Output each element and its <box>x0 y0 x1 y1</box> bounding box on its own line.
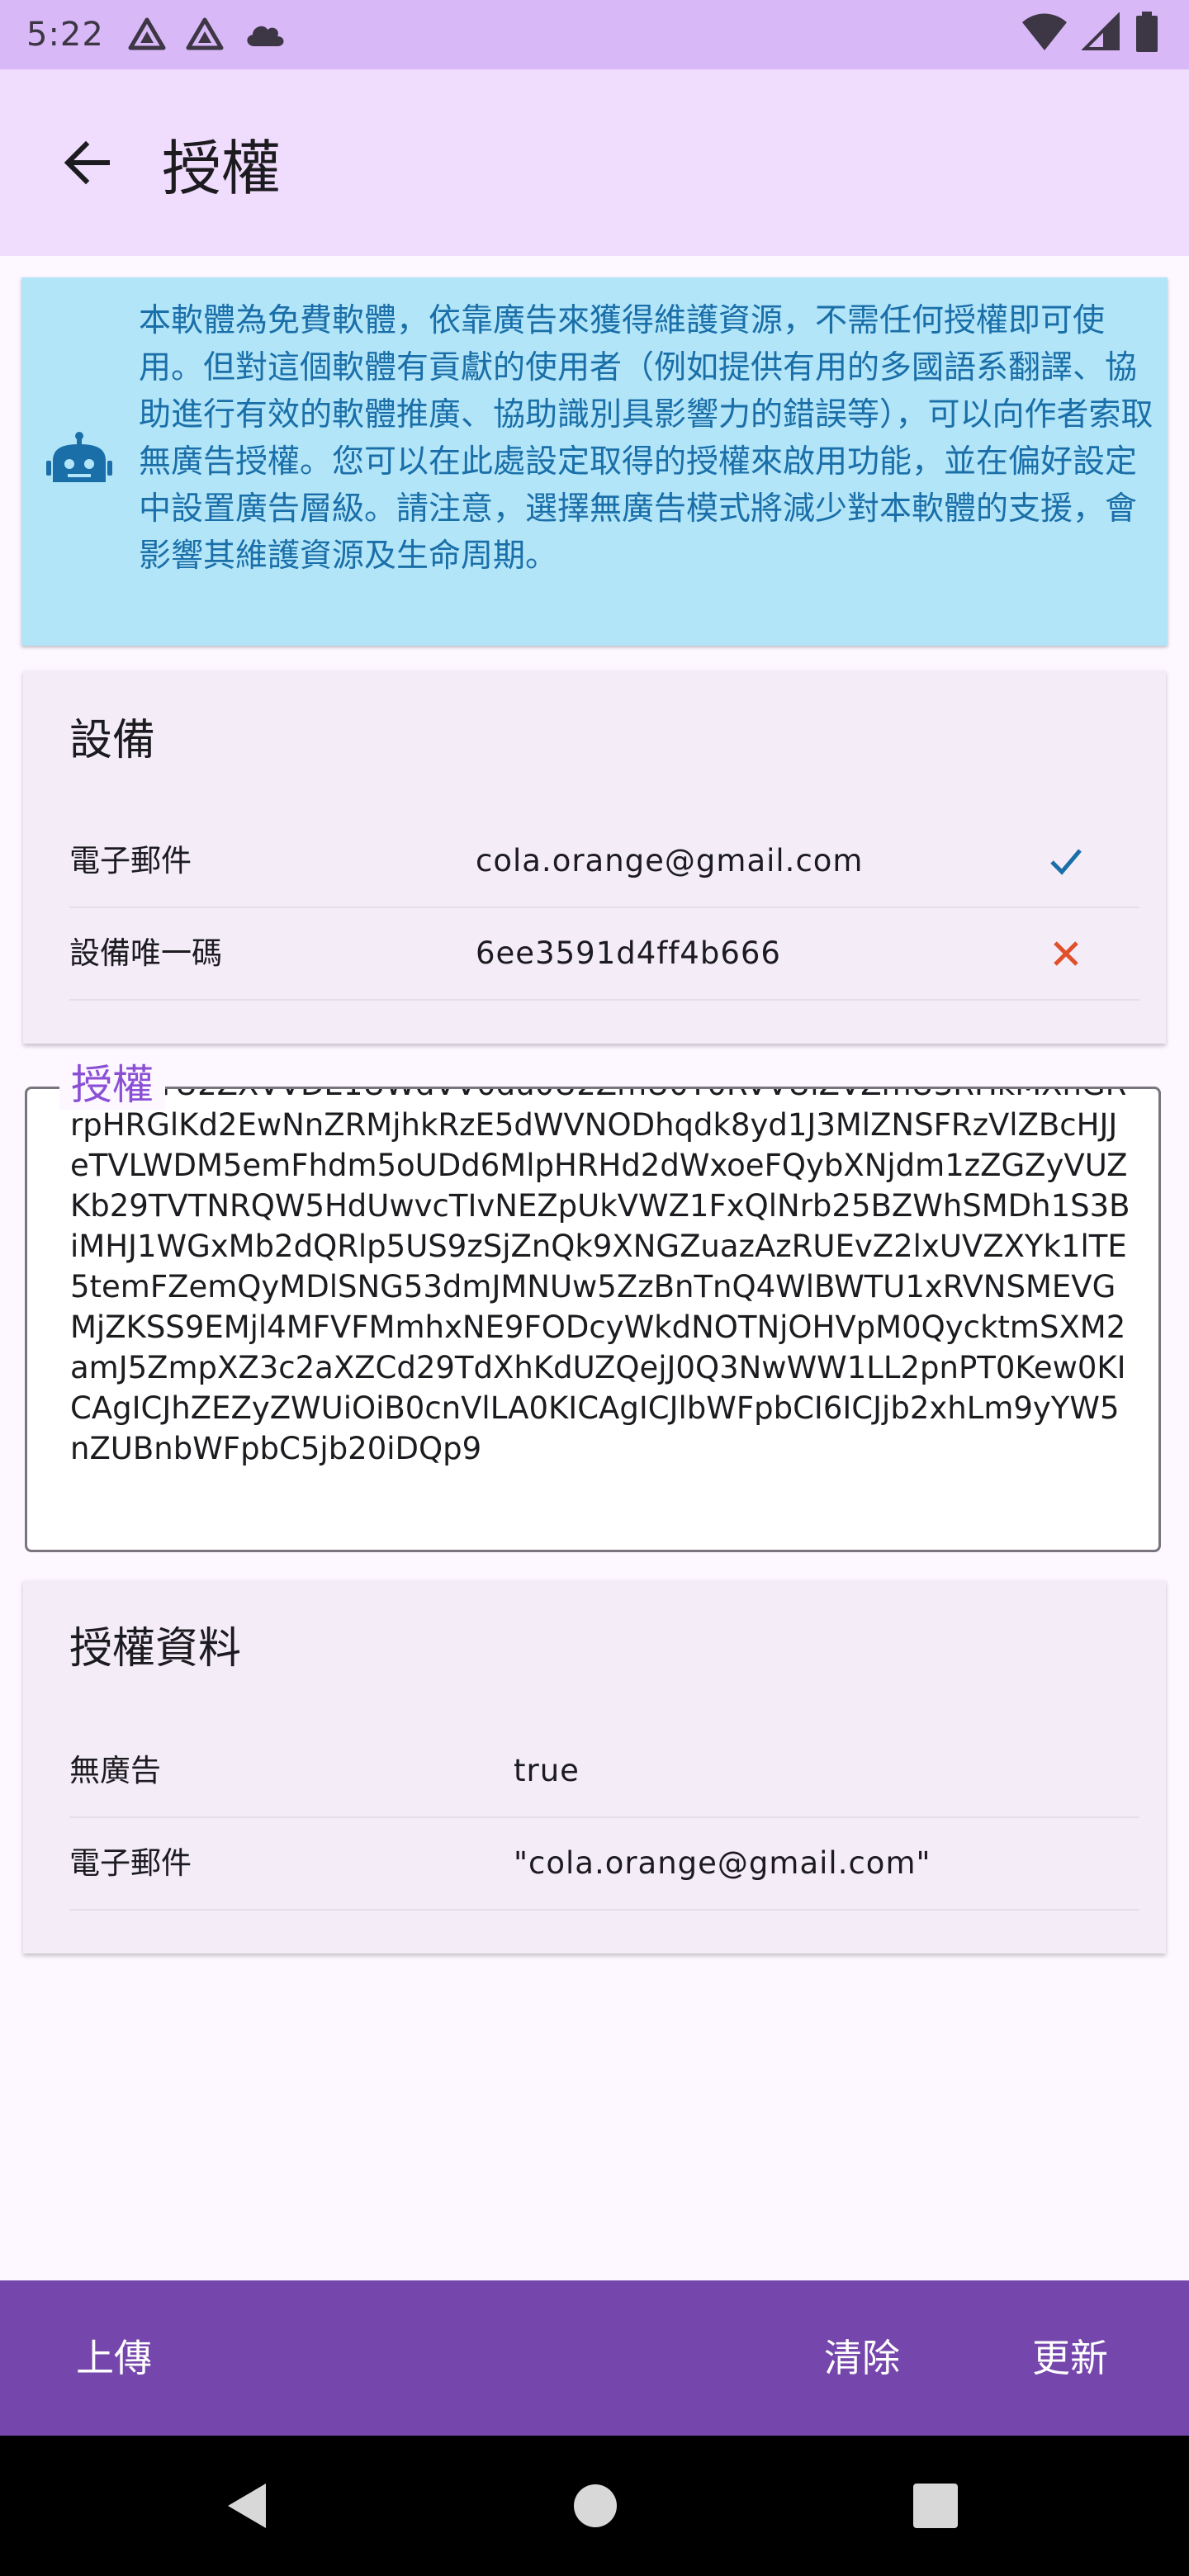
bottom-action-bar: 上傳 清除 更新 <box>0 2280 1189 2436</box>
status-system-icons <box>1021 12 1159 53</box>
clear-button[interactable]: 清除 <box>824 2280 900 2436</box>
row-label: 電子郵件 <box>69 1845 192 1881</box>
drive-icon <box>186 17 224 50</box>
nav-recents-icon[interactable] <box>907 2477 964 2535</box>
license-row-email: 電子郵件 "cola.orange@gmail.com" <box>69 1818 1139 1911</box>
check-icon <box>1050 849 1082 875</box>
close-icon <box>1054 941 1078 966</box>
license-text[interactable]: 0UOVTU2ZXVVDE1UWdVV0du0U2ZmU0Y0RVVUlZVZm… <box>70 1089 1135 1469</box>
page-title: 授權 <box>162 133 282 203</box>
cloud-icon <box>247 26 284 46</box>
row-value: cola.orange@gmail.com <box>476 843 864 878</box>
nav-back-icon[interactable] <box>220 2477 277 2535</box>
info-banner: 本軟體為免費軟體，依靠廣告來獲得維護資源，不需任何授權即可使用。但對這個軟體有貢… <box>21 277 1168 646</box>
drive-icon <box>128 17 166 50</box>
row-label: 設備唯一碼 <box>69 935 222 971</box>
license-row-adfree: 無廣告 true <box>69 1726 1139 1818</box>
device-card: 設備 電子郵件 cola.orange@gmail.com 設備唯一碼 6ee3… <box>23 670 1166 1044</box>
status-bar: 5:22 <box>0 0 1189 69</box>
upload-button[interactable]: 上傳 <box>76 2280 152 2436</box>
back-button[interactable] <box>46 121 129 204</box>
signal-icon <box>1082 12 1120 50</box>
battery-icon <box>1136 12 1158 52</box>
row-value: "cola.orange@gmail.com" <box>514 1845 931 1881</box>
robot-icon <box>46 432 112 482</box>
info-text: 本軟體為免費軟體，依靠廣告來獲得維護資源，不需任何授權即可使用。但對這個軟體有貢… <box>139 302 1153 575</box>
row-label: 無廣告 <box>69 1753 161 1788</box>
license-input[interactable]: 0UOVTU2ZXVVDE1UWdVV0du0U2ZmU0Y0RVVUlZVZm… <box>25 1087 1161 1552</box>
row-value: true <box>514 1753 580 1788</box>
license-input-label: 授權 <box>59 1060 165 1110</box>
status-time: 5:22 <box>26 16 104 54</box>
license-data-title: 授權資料 <box>69 1624 242 1674</box>
app-bar: 授權 <box>0 69 1189 256</box>
arrow-back-icon <box>64 140 110 185</box>
device-row-id: 設備唯一碼 6ee3591d4ff4b666 <box>69 908 1139 1001</box>
wifi-icon <box>1022 13 1067 50</box>
system-nav-bar <box>0 2436 1189 2576</box>
nav-home-icon[interactable] <box>566 2477 624 2535</box>
status-notification-icons <box>127 17 287 53</box>
update-button[interactable]: 更新 <box>1032 2280 1108 2436</box>
license-data-card: 授權資料 無廣告 true 電子郵件 "cola.orange@gmail.co… <box>23 1580 1166 1953</box>
row-label: 電子郵件 <box>69 843 192 878</box>
device-card-title: 設備 <box>69 716 156 765</box>
device-row-email: 電子郵件 cola.orange@gmail.com <box>69 816 1139 908</box>
row-value: 6ee3591d4ff4b666 <box>476 935 781 971</box>
